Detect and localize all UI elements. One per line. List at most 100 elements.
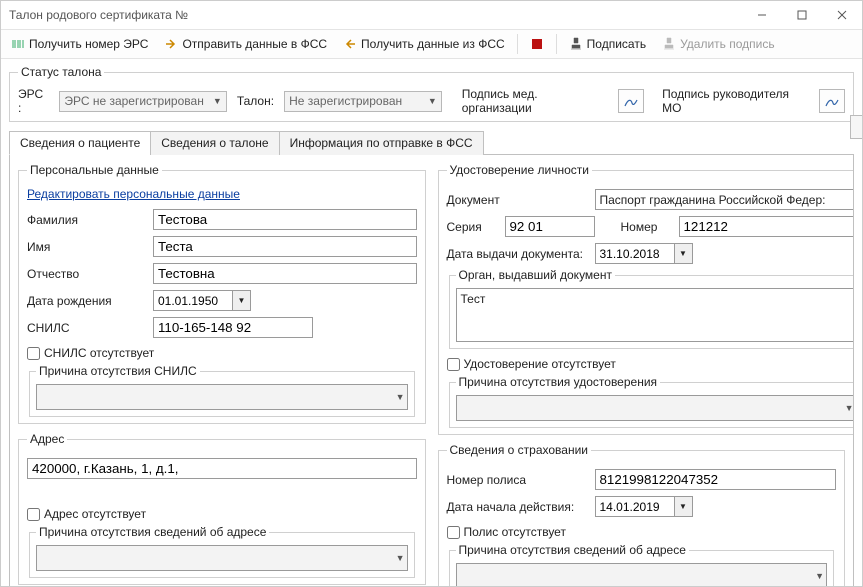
- policy-number-input[interactable]: [595, 469, 837, 490]
- insurance-reason-legend: Причина отсутствия сведений об адресе: [456, 543, 689, 557]
- sig-med-button[interactable]: [618, 89, 644, 113]
- issuer-legend: Орган, выдавший документ: [456, 268, 615, 282]
- sig-head-label: Подпись руководителя МО: [662, 87, 809, 115]
- identity-absent-label: Удостоверение отсутствует: [464, 357, 616, 371]
- tab-fss-send-info[interactable]: Информация по отправке в ФСС: [279, 131, 484, 155]
- ers-status-combo[interactable]: ЭРС не зарегистрирован ▼: [59, 91, 227, 112]
- policy-start-input[interactable]: [596, 497, 674, 516]
- calendar-icon[interactable]: ▼: [674, 244, 692, 263]
- issue-date-input[interactable]: [596, 244, 674, 263]
- identity-reason-legend: Причина отсутствия удостоверения: [456, 375, 661, 389]
- chevron-down-icon: ▼: [852, 195, 854, 205]
- address-absent-label: Адрес отсутствует: [44, 507, 146, 521]
- window-title: Талон родового сертификата №: [9, 8, 188, 22]
- dob-input[interactable]: [154, 291, 232, 310]
- side-expand-button[interactable]: [850, 115, 862, 139]
- stamp-remove-icon: [662, 37, 676, 51]
- identity-absent-checkbox[interactable]: [447, 358, 460, 371]
- identity-legend: Удостоверение личности: [447, 163, 592, 177]
- doc-number-input[interactable]: [679, 216, 855, 237]
- address-reason-combo[interactable]: ▼: [36, 545, 408, 571]
- chevron-down-icon: ▼: [396, 553, 405, 563]
- name-label: Имя: [27, 240, 145, 254]
- surname-input[interactable]: [153, 209, 417, 230]
- edit-personal-link[interactable]: Редактировать персональные данные: [27, 187, 240, 201]
- snils-reason-combo[interactable]: ▼: [36, 384, 408, 410]
- delete-sign-button[interactable]: Удалить подпись: [658, 35, 779, 53]
- talon-status-value: Не зарегистрирован: [289, 94, 402, 108]
- issue-date-picker[interactable]: ▼: [595, 243, 693, 264]
- address-input[interactable]: [27, 458, 417, 479]
- name-input[interactable]: [153, 236, 417, 257]
- doc-type-label: Документ: [447, 193, 587, 207]
- doc-type-value: Паспорт гражданина Российской Федер:: [600, 193, 826, 207]
- calendar-icon[interactable]: ▼: [232, 291, 250, 310]
- app-window: Талон родового сертификата № Получить но…: [0, 0, 863, 587]
- issue-date-label: Дата выдачи документа:: [447, 247, 587, 261]
- toolbar-separator: [517, 34, 518, 54]
- series-label: Серия: [447, 220, 497, 234]
- policy-number-label: Номер полиса: [447, 473, 587, 487]
- patronymic-input[interactable]: [153, 263, 417, 284]
- identity-group: Удостоверение личности Документ Паспорт …: [438, 163, 855, 435]
- identity-reason-combo[interactable]: ▼: [456, 395, 855, 421]
- get-ers-number-button[interactable]: Получить номер ЭРС: [7, 35, 152, 53]
- dob-label: Дата рождения: [27, 294, 145, 308]
- send-to-fss-button[interactable]: Отправить данные в ФСС: [160, 35, 331, 53]
- chevron-down-icon: ▼: [396, 392, 405, 402]
- address-absent-checkbox-row: Адрес отсутствует: [27, 507, 417, 521]
- snils-input[interactable]: [153, 317, 313, 338]
- chevron-down-icon: ▼: [815, 571, 824, 581]
- policy-start-label: Дата начала действия:: [447, 500, 587, 514]
- dob-date-picker[interactable]: ▼: [153, 290, 251, 311]
- chevron-down-icon: ▼: [428, 96, 437, 106]
- close-button[interactable]: [822, 1, 862, 29]
- signature-icon: [824, 93, 840, 109]
- status-legend: Статус талона: [18, 65, 104, 79]
- talon-status-combo[interactable]: Не зарегистрирован ▼: [284, 91, 442, 112]
- tab-patient-info[interactable]: Сведения о пациенте: [9, 131, 151, 155]
- talon-status-group: Статус талона ЭРС : ЭРС не зарегистриров…: [9, 65, 854, 122]
- calendar-icon[interactable]: ▼: [674, 497, 692, 516]
- maximize-button[interactable]: [782, 1, 822, 29]
- doc-type-select[interactable]: Паспорт гражданина Российской Федер: ▼: [595, 189, 855, 210]
- send-fss-label: Отправить данные в ФСС: [182, 37, 327, 51]
- insurance-legend: Сведения о страховании: [447, 443, 592, 457]
- series-input[interactable]: [505, 216, 595, 237]
- policy-absent-checkbox[interactable]: [447, 526, 460, 539]
- insurance-reason-combo[interactable]: ▼: [456, 563, 828, 586]
- sig-head-button[interactable]: [819, 89, 845, 113]
- snils-reason-group: Причина отсутствия СНИЛС ▼: [29, 364, 415, 417]
- chevron-down-icon: ▼: [845, 403, 854, 413]
- issuer-group: Орган, выдавший документ Тест: [449, 268, 855, 349]
- red-square-icon: [530, 37, 544, 51]
- surname-label: Фамилия: [27, 213, 145, 227]
- snils-absent-checkbox-row: СНИЛС отсутствует: [27, 346, 417, 360]
- stamp-icon: [569, 37, 583, 51]
- address-absent-checkbox[interactable]: [27, 508, 40, 521]
- sig-med-label: Подпись мед. организации: [462, 87, 609, 115]
- arrow-left-icon: [343, 37, 357, 51]
- policy-start-picker[interactable]: ▼: [595, 496, 693, 517]
- issuer-textarea[interactable]: Тест: [456, 288, 855, 342]
- tab-talon-info[interactable]: Сведения о талоне: [150, 131, 279, 155]
- snils-absent-checkbox[interactable]: [27, 347, 40, 360]
- content-area: Статус талона ЭРС : ЭРС не зарегистриров…: [1, 59, 862, 586]
- minimize-button[interactable]: [742, 1, 782, 29]
- signature-icon: [623, 93, 639, 109]
- main-toolbar: Получить номер ЭРС Отправить данные в ФС…: [1, 29, 862, 59]
- arrow-right-icon: [164, 37, 178, 51]
- barcode-icon: [11, 37, 25, 51]
- snils-label: СНИЛС: [27, 321, 145, 335]
- get-from-fss-button[interactable]: Получить данные из ФСС: [339, 35, 509, 53]
- personal-data-group: Персональные данные Редактировать персон…: [18, 163, 426, 424]
- red-tool-button[interactable]: [526, 35, 548, 53]
- sign-button[interactable]: Подписать: [565, 35, 650, 53]
- policy-absent-checkbox-row: Полис отсутствует: [447, 525, 837, 539]
- ers-label: ЭРС :: [18, 87, 49, 115]
- ers-status-value: ЭРС не зарегистрирован: [64, 94, 204, 108]
- delete-sign-label: Удалить подпись: [680, 37, 775, 51]
- address-reason-legend: Причина отсутствия сведений об адресе: [36, 525, 269, 539]
- tab-bar: Сведения о пациенте Сведения о талоне Ин…: [9, 130, 854, 155]
- patronymic-label: Отчество: [27, 267, 145, 281]
